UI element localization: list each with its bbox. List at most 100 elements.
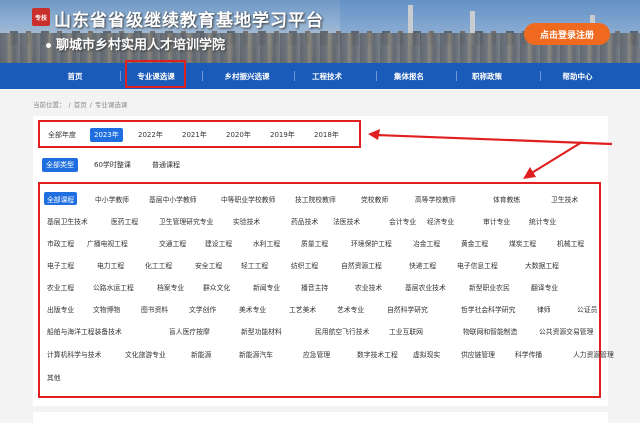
category-option[interactable]: 新闻专业 (250, 280, 283, 293)
category-option[interactable]: 档案专业 (154, 280, 187, 293)
category-option[interactable]: 翻译专业 (528, 280, 561, 293)
category-option[interactable]: 新型功能材料 (238, 324, 285, 337)
category-option[interactable]: 计算机科学与技术 (44, 347, 104, 360)
category-option[interactable]: 轻工工程 (238, 258, 271, 271)
category-option[interactable]: 体育教练 (490, 192, 523, 205)
category-option[interactable]: 工艺美术 (286, 302, 319, 315)
category-option[interactable]: 高等学校教师 (412, 192, 459, 205)
category-option[interactable]: 统计专业 (526, 214, 559, 227)
type-option-selected[interactable]: 全部类型 (42, 158, 78, 172)
category-option[interactable]: 审计专业 (480, 214, 513, 227)
category-option[interactable]: 公证员 (574, 302, 600, 315)
category-option[interactable]: 哲学社会科学研究 (458, 302, 518, 315)
nav-divider (456, 71, 457, 81)
breadcrumb-home[interactable]: 首页 (74, 101, 87, 109)
category-option[interactable]: 应急管理 (300, 347, 333, 360)
category-option[interactable]: 安全工程 (192, 258, 225, 271)
nav-rural-revitalization[interactable]: 乡村振兴选课 (212, 63, 282, 89)
category-option[interactable]: 中等职业学校教师 (218, 192, 278, 205)
category-option[interactable]: 新型职业农民 (466, 280, 513, 293)
year-option-selected[interactable]: 2023年 (90, 128, 123, 142)
category-option[interactable]: 卫生技术 (548, 192, 581, 205)
category-option[interactable]: 水利工程 (250, 236, 283, 249)
category-option[interactable]: 出版专业 (44, 302, 77, 315)
category-option[interactable]: 图书资料 (138, 302, 171, 315)
category-option[interactable]: 盲人医疗按摩 (166, 324, 213, 337)
category-option[interactable]: 民用航空飞行技术 (312, 324, 372, 337)
year-option[interactable]: 全部年度 (44, 128, 80, 142)
nav-engineering[interactable]: 工程技术 (302, 63, 352, 89)
category-option[interactable]: 自然科学研究 (384, 302, 431, 315)
category-option[interactable]: 其他 (44, 370, 64, 383)
category-option[interactable]: 大数据工程 (522, 258, 562, 271)
category-option[interactable]: 广播电视工程 (84, 236, 131, 249)
category-option[interactable]: 黄金工程 (458, 236, 491, 249)
category-option[interactable]: 经济专业 (424, 214, 457, 227)
category-option[interactable]: 电子工程 (44, 258, 77, 271)
nav-title-policy[interactable]: 职称政策 (462, 63, 512, 89)
nav-help-center[interactable]: 帮助中心 (550, 63, 605, 89)
category-option[interactable]: 虚拟现实 (410, 347, 443, 360)
category-option-selected[interactable]: 全部课程 (44, 192, 78, 205)
year-option[interactable]: 2022年 (134, 128, 167, 142)
category-option[interactable]: 纺织工程 (288, 258, 321, 271)
category-option[interactable]: 机械工程 (554, 236, 587, 249)
category-option[interactable]: 环境保护工程 (348, 236, 395, 249)
category-option[interactable]: 律师 (534, 302, 554, 315)
year-option[interactable]: 2018年 (310, 128, 343, 142)
category-option[interactable]: 卫生管理研究专业 (156, 214, 216, 227)
year-option[interactable]: 2021年 (178, 128, 211, 142)
category-option[interactable]: 科学传播 (512, 347, 545, 360)
category-option[interactable]: 交通工程 (156, 236, 189, 249)
category-option[interactable]: 建设工程 (202, 236, 235, 249)
login-register-button[interactable]: 点击登录注册 (524, 23, 610, 45)
category-option[interactable]: 艺术专业 (334, 302, 367, 315)
category-option[interactable]: 新能源汽车 (236, 347, 276, 360)
category-option[interactable]: 播音主持 (298, 280, 331, 293)
category-option[interactable]: 农业工程 (44, 280, 77, 293)
category-option[interactable]: 质量工程 (298, 236, 331, 249)
category-option[interactable]: 供应链管理 (458, 347, 498, 360)
category-option[interactable]: 人力资源管理 (570, 347, 617, 360)
category-option[interactable]: 法医技术 (330, 214, 363, 227)
category-option[interactable]: 中小学教师 (92, 192, 132, 205)
category-option[interactable]: 文物博物 (90, 302, 123, 315)
year-option[interactable]: 2019年 (266, 128, 299, 142)
category-option[interactable]: 工业互联网 (386, 324, 426, 337)
year-option[interactable]: 2020年 (222, 128, 255, 142)
category-option[interactable]: 快递工程 (406, 258, 439, 271)
category-option[interactable]: 市政工程 (44, 236, 77, 249)
arrow-head (523, 167, 536, 179)
category-option[interactable]: 医药工程 (108, 214, 141, 227)
category-option[interactable]: 会计专业 (386, 214, 419, 227)
nav-home[interactable]: 首页 (50, 63, 100, 89)
category-option[interactable]: 物联网和智能制造 (460, 324, 520, 337)
category-option[interactable]: 电子信息工程 (454, 258, 501, 271)
category-option[interactable]: 数字技术工程 (354, 347, 401, 360)
category-option[interactable]: 美术专业 (236, 302, 269, 315)
category-option[interactable]: 基层农业技术 (402, 280, 449, 293)
category-option[interactable]: 船舶与海洋工程装备技术 (44, 324, 125, 337)
category-option[interactable]: 公路水运工程 (90, 280, 137, 293)
category-option[interactable]: 基层中小学教师 (146, 192, 200, 205)
nav-group-enroll[interactable]: 集体报名 (384, 63, 434, 89)
category-option[interactable]: 群众文化 (200, 280, 233, 293)
category-option[interactable]: 化工工程 (142, 258, 175, 271)
category-option[interactable]: 冶金工程 (410, 236, 443, 249)
category-option[interactable]: 农业技术 (352, 280, 385, 293)
category-option[interactable]: 党校教师 (358, 192, 391, 205)
category-option[interactable]: 文学创作 (186, 302, 219, 315)
category-option[interactable]: 基层卫生技术 (44, 214, 91, 227)
type-option[interactable]: 普通课程 (148, 158, 184, 172)
type-option[interactable]: 60学时整课 (90, 158, 135, 172)
category-option[interactable]: 新能源 (188, 347, 214, 360)
site-title: 山东省省级继续教育基地学习平台 (54, 11, 324, 31)
category-option[interactable]: 自然资源工程 (338, 258, 385, 271)
category-option[interactable]: 电力工程 (94, 258, 127, 271)
category-option[interactable]: 煤炭工程 (506, 236, 539, 249)
category-option[interactable]: 药品技术 (288, 214, 321, 227)
category-option[interactable]: 实验技术 (230, 214, 263, 227)
category-option[interactable]: 公共资源交易管理 (536, 324, 596, 337)
category-option[interactable]: 文化旅游专业 (122, 347, 169, 360)
category-option[interactable]: 技工院校教师 (292, 192, 339, 205)
